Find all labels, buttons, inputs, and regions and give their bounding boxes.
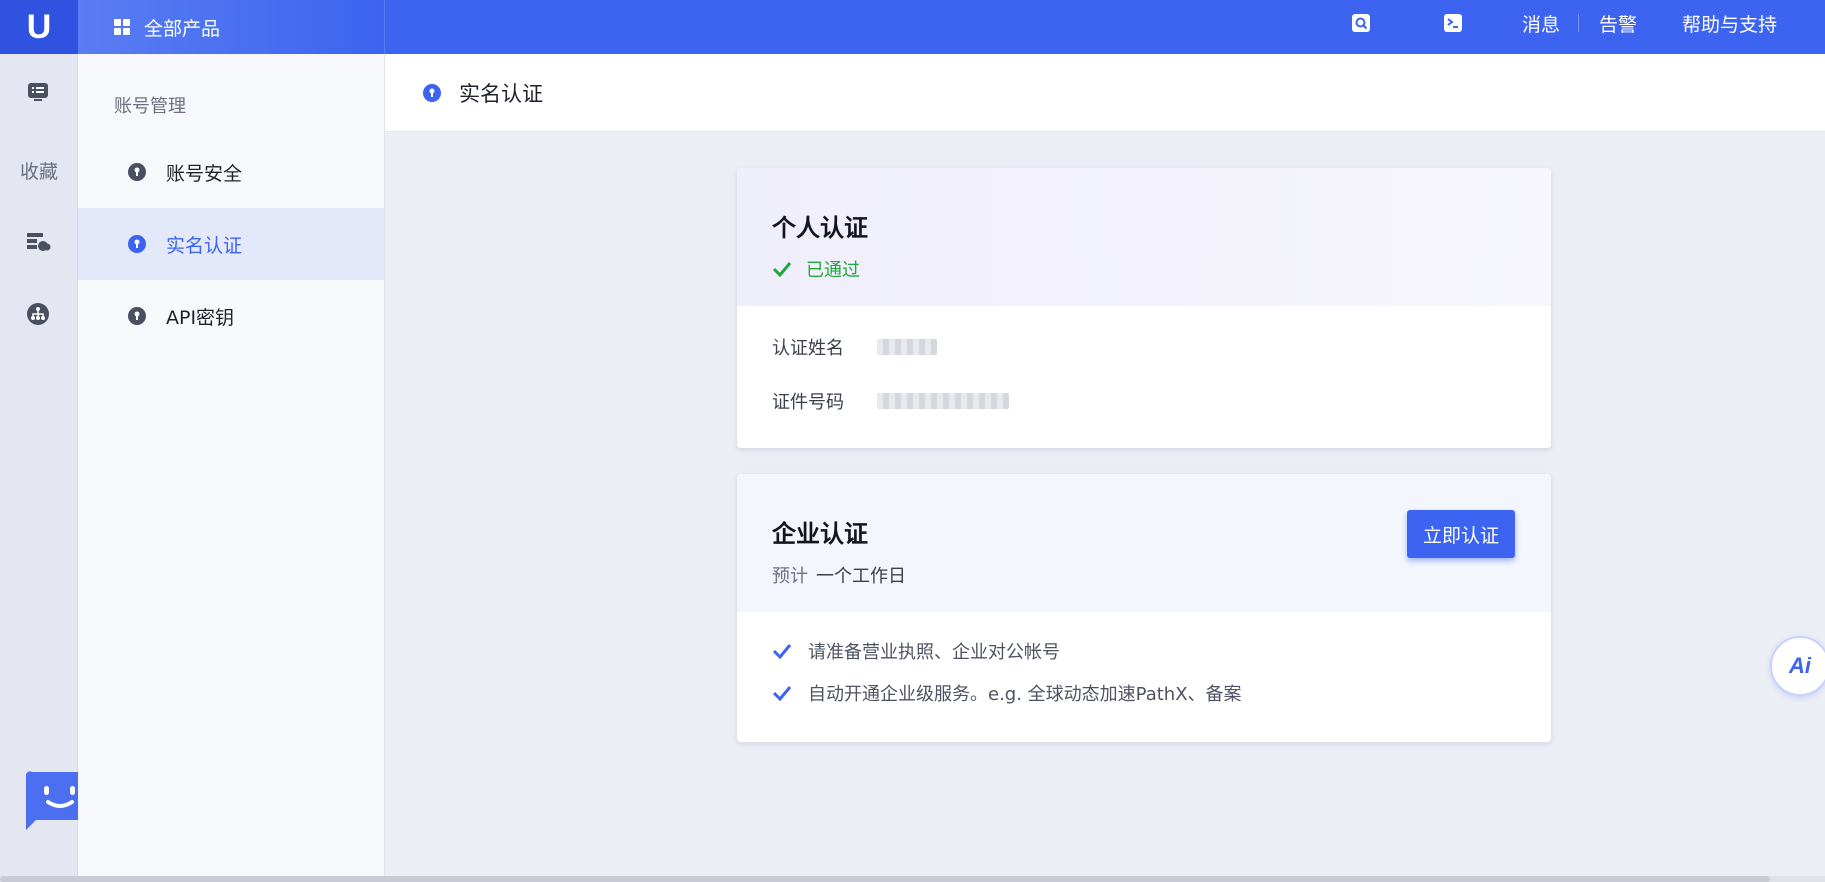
page-title: 实名认证 <box>459 81 543 106</box>
top-divider <box>1578 14 1579 32</box>
lock-icon <box>128 307 146 325</box>
card-title: 企业认证 <box>772 520 868 548</box>
network-icon[interactable] <box>24 300 52 328</box>
alerts-link[interactable]: 告警 <box>1599 0 1637 46</box>
estimate-value: 一个工作日 <box>816 566 906 587</box>
enterprise-verification-card: 企业认证 预计 一个工作日 立即认证 请准备营业执照、企业对公帐号 自动开通企业级… <box>737 474 1551 742</box>
page-header: 实名认证 <box>385 54 1825 132</box>
sidebar-item-label: 账号安全 <box>166 162 243 185</box>
account-sidebar: 账号管理 账号安全 实名认证 API密钥 <box>78 54 385 882</box>
sidebar-item-label: API密钥 <box>166 306 235 329</box>
monitor-list-icon[interactable] <box>24 78 52 106</box>
top-bar: 全部产品 消息 告警 帮助与支持 <box>78 0 1825 54</box>
estimate-text: 预计 一个工作日 <box>772 562 906 588</box>
sidebar-section-title: 账号管理 <box>114 96 186 117</box>
help-support-link[interactable]: 帮助与支持 <box>1682 0 1777 46</box>
search-icon[interactable] <box>1351 0 1371 46</box>
grid-icon <box>114 19 130 35</box>
lock-icon <box>128 163 146 181</box>
list-item: 自动开通企业级服务。e.g. 全球动态加速PathX、备案 <box>772 680 1242 706</box>
field-row-id: 证件号码 <box>772 388 1009 414</box>
card-title: 个人认证 <box>772 214 868 242</box>
lock-icon <box>423 83 441 102</box>
card-header: 个人认证 已通过 <box>737 168 1551 306</box>
check-icon <box>772 644 792 659</box>
server-cloud-icon[interactable] <box>24 228 52 256</box>
verify-now-button[interactable]: 立即认证 <box>1407 510 1515 558</box>
field-label: 证件号码 <box>772 392 844 413</box>
scrollbar-thumb[interactable] <box>0 876 1770 882</box>
masked-value <box>877 339 937 355</box>
masked-value <box>877 393 1009 409</box>
ai-assistant-button[interactable]: Ai <box>1770 636 1825 696</box>
card-header: 企业认证 预计 一个工作日 立即认证 <box>737 474 1551 612</box>
sidebar-item-account-security[interactable]: 账号安全 <box>78 136 384 208</box>
lock-icon <box>128 235 146 253</box>
ai-assistant-icon: Ai <box>1789 653 1811 678</box>
sidebar-item-api-keys[interactable]: API密钥 <box>78 280 384 352</box>
status-badge: 已通过 <box>772 256 860 282</box>
status-text: 已通过 <box>806 260 860 281</box>
list-item: 请准备营业执照、企业对公帐号 <box>772 638 1060 664</box>
field-row-name: 认证姓名 <box>772 334 937 360</box>
check-icon <box>772 686 792 701</box>
sidebar-item-label: 实名认证 <box>166 234 243 257</box>
messages-link[interactable]: 消息 <box>1522 0 1560 46</box>
brand-logo[interactable]: U <box>0 0 78 54</box>
personal-verification-card: 个人认证 已通过 认证姓名 证件号码 <box>737 168 1551 448</box>
field-label: 认证姓名 <box>772 338 844 359</box>
terminal-icon[interactable] <box>1443 0 1463 46</box>
estimate-label: 预计 <box>772 566 808 587</box>
all-products-label: 全部产品 <box>144 17 221 40</box>
check-icon <box>772 262 792 277</box>
sidebar-item-real-name[interactable]: 实名认证 <box>78 208 384 280</box>
all-products-menu[interactable]: 全部产品 <box>78 0 385 54</box>
rail-favorites[interactable]: 收藏 <box>0 157 78 184</box>
left-rail: U 收藏 <box>0 0 92 882</box>
